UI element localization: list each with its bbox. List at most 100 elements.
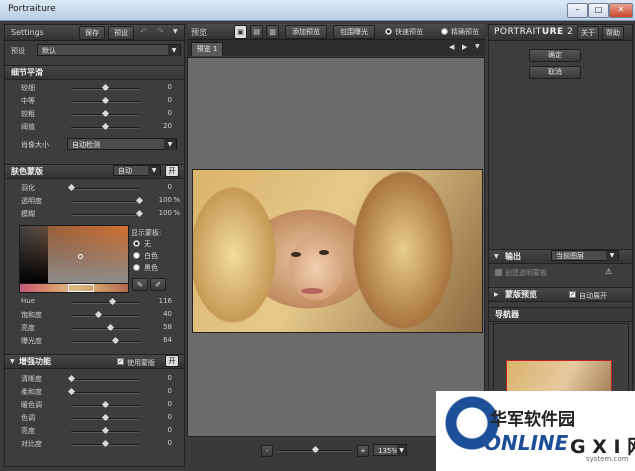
create-mask-checkbox[interactable]: [495, 269, 502, 276]
slider-row: 亮度 0: [5, 425, 184, 437]
slider-row: 羽化 0: [5, 182, 184, 194]
close-button[interactable]: ✕: [609, 3, 633, 18]
brand-header: PORTRAITURE 2 关于 帮助: [489, 25, 632, 41]
hue-range-bar[interactable]: [19, 283, 129, 293]
slider-row: 清晰度 0: [5, 373, 184, 385]
slider-value: 64: [163, 336, 172, 344]
redo-icon[interactable]: ↷: [157, 27, 164, 36]
enhance-section-title: 增强功能: [19, 357, 51, 366]
settings-header: Settings 保存 预设 ↶ ↷ ▼: [5, 25, 184, 41]
create-mask-label: 创建透明蒙板: [505, 269, 547, 277]
title-bar: Portraiture – □ ✕: [0, 0, 635, 21]
slider-value: 40: [163, 310, 172, 318]
enhance-toggle-button[interactable]: 开: [165, 355, 179, 367]
view-split-v-button[interactable]: ▥: [266, 25, 279, 39]
slider-value: 0: [167, 413, 172, 421]
eyedropper-button[interactable]: ✎: [132, 278, 148, 291]
maximize-button[interactable]: □: [588, 3, 609, 18]
slider-value: 0: [167, 109, 172, 117]
slider-track[interactable]: [71, 392, 139, 394]
mask-none-label: 无: [144, 240, 151, 248]
about-button[interactable]: 关于: [577, 26, 599, 40]
portrait-size-select[interactable]: 自动检测 ▼: [67, 138, 177, 150]
save-button[interactable]: 保存: [79, 26, 105, 40]
skin-section-title: 肤色蒙版: [11, 167, 43, 176]
help-button[interactable]: 帮助: [602, 26, 624, 40]
view-single-button[interactable]: ▣: [234, 25, 247, 39]
window-title: Portraiture: [8, 4, 56, 14]
exposure-button[interactable]: 包围曝光: [333, 25, 375, 39]
slider-value: 0: [167, 96, 172, 104]
collapse-triangle-icon: ▼: [494, 253, 499, 260]
detail-section-title: 细节平滑: [11, 68, 43, 77]
settings-title: Settings: [11, 28, 44, 37]
chevron-down-icon: ▼: [168, 45, 180, 56]
mask-none-radio[interactable]: [133, 240, 140, 247]
mask-white-radio[interactable]: [133, 252, 140, 259]
slider-track[interactable]: [71, 315, 139, 317]
add-preview-button[interactable]: 添加预览: [285, 25, 327, 39]
slider-value: 0: [167, 183, 172, 191]
zoom-out-button[interactable]: -: [261, 445, 273, 457]
cancel-button[interactable]: 取消: [529, 66, 581, 79]
slider-value: 116: [158, 297, 172, 305]
mask-black-radio[interactable]: [133, 264, 140, 271]
output-value: 当前图层: [556, 252, 584, 260]
minimize-icon: –: [575, 5, 580, 14]
portrait-photo: [192, 169, 483, 333]
preview-canvas[interactable]: [187, 57, 485, 437]
precise-preview-radio[interactable]: [441, 28, 448, 35]
slider-track[interactable]: [71, 341, 139, 343]
slider-row: 较细 0: [5, 82, 184, 94]
preset-select[interactable]: 默认 ▼: [37, 44, 181, 56]
tab-prev-icon[interactable]: ◀: [449, 43, 454, 51]
slider-track[interactable]: [71, 379, 139, 381]
navigator-header[interactable]: 导航器: [489, 307, 632, 322]
slider-row: 透明度 100%: [5, 195, 184, 207]
portrait-size-value: 自动检测: [72, 141, 100, 149]
slider-label: 柔和度: [21, 388, 42, 396]
eyedropper-minus-button[interactable]: ✐: [150, 278, 166, 291]
hair-right: [343, 170, 482, 332]
menu-arrow-icon[interactable]: ▼: [173, 28, 178, 35]
tab-next-icon[interactable]: ▶: [462, 43, 467, 51]
color-target-marker[interactable]: [78, 254, 83, 259]
hue-range-handle[interactable]: [68, 284, 94, 292]
skin-color-picker[interactable]: [19, 225, 129, 285]
warning-icon: ⚠: [605, 267, 613, 276]
ok-button[interactable]: 确定: [529, 49, 581, 62]
mask-preview-header[interactable]: ▶ 蒙版预览 ✓ 自动展开: [489, 287, 632, 302]
auto-expand-checkbox[interactable]: ✓: [569, 291, 576, 298]
skin-mode-select[interactable]: 自动 ▼: [113, 165, 161, 176]
view-split-h-button[interactable]: ▤: [250, 25, 263, 39]
slider-track[interactable]: [71, 214, 139, 216]
auto-expand-label: 自动展开: [579, 292, 607, 300]
eyedropper-icon: ✎: [137, 281, 143, 289]
preset-button[interactable]: 预设: [108, 26, 134, 40]
hair-left: [193, 170, 293, 332]
output-section-header[interactable]: ▼ 输出 当前图层 ▼: [489, 249, 632, 264]
mask-black-label: 黑色: [144, 264, 158, 272]
tab-menu-icon[interactable]: ▼: [475, 43, 480, 50]
tab-preview-1[interactable]: 预览 1: [191, 42, 223, 56]
split-vertical-icon: ▥: [269, 28, 276, 36]
use-mask-checkbox[interactable]: ✓: [117, 358, 124, 365]
slider-track[interactable]: [71, 188, 139, 190]
zoom-select[interactable]: 135% ▼: [373, 444, 407, 456]
zoom-in-button[interactable]: +: [357, 445, 369, 457]
slider-label: 透明度: [21, 197, 42, 205]
skin-toggle-button[interactable]: 开: [165, 165, 179, 177]
enhance-section-header[interactable]: ▼ 增强功能 ✓ 使用蒙版 开: [5, 354, 184, 369]
output-select[interactable]: 当前图层 ▼: [551, 250, 619, 261]
fast-preview-radio[interactable]: [385, 28, 392, 35]
detail-section-header[interactable]: 细节平滑: [5, 65, 184, 80]
undo-icon[interactable]: ↶: [140, 27, 147, 36]
slider-track[interactable]: [71, 201, 139, 203]
minimize-button[interactable]: –: [567, 3, 588, 18]
skin-section-header[interactable]: 肤色蒙版 自动 ▼ 开: [5, 164, 184, 179]
slider-track[interactable]: [71, 328, 139, 330]
collapse-triangle-icon: ▼: [10, 358, 15, 365]
show-mask-label: 显示蒙板:: [131, 229, 162, 237]
slider-track[interactable]: [71, 302, 139, 304]
slider-row: 较粗 0: [5, 108, 184, 120]
